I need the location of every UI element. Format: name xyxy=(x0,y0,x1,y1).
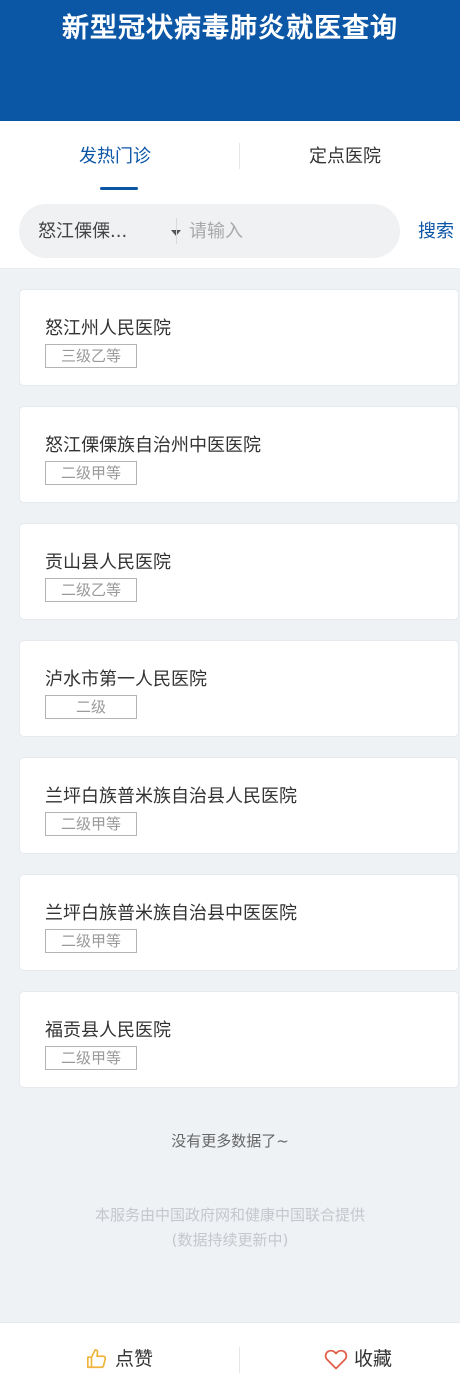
tab-bar: 发热门诊 定点医院 xyxy=(0,121,460,191)
region-value: 怒江傈傈... xyxy=(38,221,128,242)
region-dropdown[interactable]: 怒江傈傈... xyxy=(38,204,181,258)
hospital-level-badge: 三级乙等 xyxy=(45,344,137,368)
favorite-button[interactable]: 收藏 xyxy=(230,1323,460,1393)
hospital-card[interactable]: 怒江州人民医院 三级乙等 xyxy=(19,289,459,386)
hospital-name: 怒江傈傈族自治州中医医院 xyxy=(45,435,261,456)
hospital-card[interactable]: 泸水市第一人民医院 二级 xyxy=(19,640,459,737)
heart-icon xyxy=(324,1349,348,1370)
hospital-level-badge: 二级甲等 xyxy=(45,929,137,953)
list-end-text: 没有更多数据了~ xyxy=(171,1132,289,1150)
page-title: 新型冠状病毒肺炎就医查询 xyxy=(62,13,398,44)
favorite-label: 收藏 xyxy=(354,1348,393,1370)
tab-designated-hospital[interactable]: 定点医院 xyxy=(230,121,460,191)
active-tab-indicator xyxy=(100,187,138,190)
hospital-level-badge: 二级甲等 xyxy=(45,1046,137,1070)
tab-fever-clinic[interactable]: 发热门诊 xyxy=(0,121,230,191)
hospital-name: 怒江州人民医院 xyxy=(45,318,171,339)
search-divider xyxy=(176,218,177,244)
hospital-card[interactable]: 贡山县人民医院 二级乙等 xyxy=(19,523,459,620)
bottom-action-bar: 点赞 收藏 xyxy=(0,1322,460,1393)
footer-note: 本服务由中国政府网和健康中国联合提供 (数据持续更新中) xyxy=(0,1203,460,1253)
hospital-name: 泸水市第一人民医院 xyxy=(45,669,207,690)
footer-update-text: (数据持续更新中) xyxy=(171,1231,289,1249)
hospital-card[interactable]: 兰坪白族普米族自治县人民医院 二级甲等 xyxy=(19,757,459,854)
hospital-name: 贡山县人民医院 xyxy=(45,552,171,573)
footer-provider-text: 本服务由中国政府网和健康中国联合提供 xyxy=(94,1206,365,1224)
like-label: 点赞 xyxy=(115,1348,154,1370)
hospital-card[interactable]: 福贡县人民医院 二级甲等 xyxy=(19,991,459,1088)
hospital-name: 兰坪白族普米族自治县人民医院 xyxy=(45,786,297,807)
thumbs-up-icon xyxy=(87,1349,107,1369)
search-input[interactable] xyxy=(189,212,389,250)
header-banner: 新型冠状病毒肺炎就医查询 xyxy=(0,0,460,121)
hospital-level-badge: 二级 xyxy=(45,695,137,719)
hospital-card[interactable]: 怒江傈傈族自治州中医医院 二级甲等 xyxy=(19,406,459,503)
search-button[interactable]: 搜索 xyxy=(418,204,460,258)
hospital-name: 兰坪白族普米族自治县中医医院 xyxy=(45,903,297,924)
hospital-level-badge: 二级乙等 xyxy=(45,578,137,602)
search-bar: 怒江傈傈... 搜索 xyxy=(0,191,460,269)
hospital-name: 福贡县人民医院 xyxy=(45,1020,171,1041)
search-box: 怒江傈傈... xyxy=(19,204,400,258)
like-button[interactable]: 点赞 xyxy=(0,1323,230,1393)
hospital-level-badge: 二级甲等 xyxy=(45,461,137,485)
hospital-level-badge: 二级甲等 xyxy=(45,812,137,836)
hospital-card[interactable]: 兰坪白族普米族自治县中医医院 二级甲等 xyxy=(19,874,459,971)
